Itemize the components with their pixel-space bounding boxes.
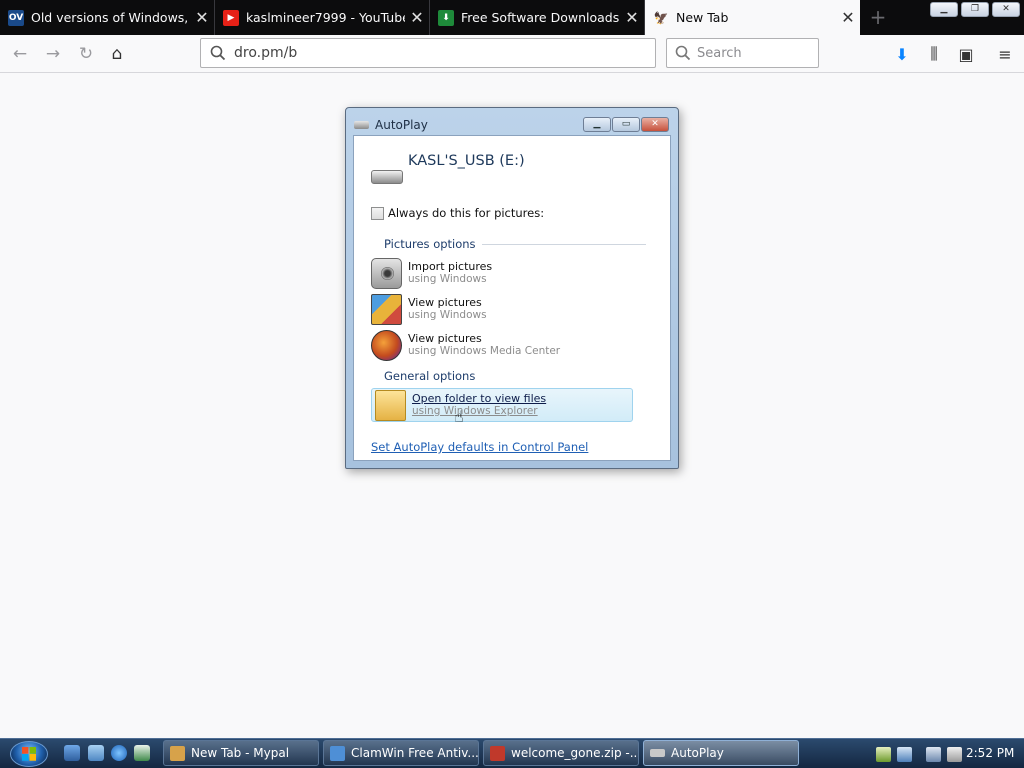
window-title: AutoPlay (354, 117, 428, 133)
internet-explorer-icon[interactable] (111, 745, 127, 761)
option-title: View pictures (408, 296, 482, 309)
download-icon[interactable]: ⬇ (888, 40, 916, 68)
back-arrow-icon[interactable]: ← (6, 40, 34, 68)
section-title: General options (384, 369, 476, 383)
divider (481, 376, 646, 377)
autoplay-window[interactable]: AutoPlay ▁ ▭ ✕ KASL'S_USB (E:) Always do… (345, 107, 679, 469)
sidebar-icon[interactable]: ▣ (952, 40, 980, 68)
tab-youtube[interactable]: ▶ kaslmineer7999 - YouTube ✕ (215, 0, 430, 35)
network-icon[interactable] (926, 746, 941, 762)
tab-title: New Tab (676, 10, 729, 25)
close-tab-icon[interactable]: ✕ (405, 8, 429, 27)
always-do-this-checkbox-row[interactable]: Always do this for pictures: (371, 206, 544, 220)
winrar-icon (490, 745, 505, 761)
autoplay-window-controls: ▁ ▭ ✕ (583, 117, 669, 132)
drive-icon (650, 749, 665, 757)
search-bar[interactable]: Search (666, 38, 819, 68)
mypal-icon (170, 745, 185, 761)
show-desktop-icon[interactable] (64, 745, 80, 761)
hand-cursor-icon: ☝ (454, 407, 464, 426)
camera-icon (371, 257, 402, 289)
control-panel-link[interactable]: Set AutoPlay defaults in Control Panel (371, 440, 588, 454)
pictures-options-header: Pictures options (384, 237, 646, 251)
section-title: Pictures options (384, 237, 476, 251)
close-tab-icon[interactable]: ✕ (620, 8, 644, 27)
tab-free-software[interactable]: ⬇ Free Software Downloads and ✕ (430, 0, 645, 35)
download-favicon-icon: ⬇ (438, 9, 454, 26)
close-tab-icon[interactable]: ✕ (836, 8, 860, 27)
close-button[interactable]: ✕ (992, 2, 1020, 17)
tab-strip: OV Old versions of Windows, Ma ✕ ▶ kaslm… (0, 0, 1024, 35)
minimize-button[interactable]: ▁ (583, 117, 611, 132)
taskbar-label: ClamWin Free Antiv... (351, 746, 479, 760)
oldversion-favicon-icon: OV (8, 9, 24, 26)
option-view-pictures-windows[interactable]: View pictures using Windows (371, 292, 635, 326)
maximize-button[interactable]: ▭ (612, 117, 640, 132)
youtube-favicon-icon: ▶ (223, 9, 239, 26)
search-icon (675, 45, 691, 61)
media-center-icon (371, 329, 402, 361)
option-open-folder[interactable]: Open folder to view files using Windows … (371, 388, 633, 422)
windows-logo-icon (22, 747, 36, 761)
drive-small-icon (354, 121, 369, 129)
always-checkbox[interactable] (371, 206, 384, 220)
menu-icon[interactable]: ≡ (991, 40, 1019, 68)
tray-shield-icon[interactable] (897, 746, 912, 762)
folder-icon (375, 389, 406, 421)
search-placeholder: Search (697, 45, 742, 61)
start-button[interactable] (10, 741, 48, 767)
always-label: Always do this for pictures: (388, 206, 545, 220)
option-import-pictures[interactable]: Import pictures using Windows (371, 256, 635, 290)
taskbar-clock[interactable]: 2:52 PM (966, 746, 1014, 760)
tab-old-versions[interactable]: OV Old versions of Windows, Ma ✕ (0, 0, 215, 35)
option-view-pictures-media-center[interactable]: View pictures using Windows Media Center (371, 328, 635, 362)
tab-title: Free Software Downloads and (461, 10, 620, 25)
quick-launch-app-icon[interactable] (134, 745, 150, 761)
url-text: dro.pm/b (234, 45, 298, 61)
close-tab-icon[interactable]: ✕ (190, 8, 214, 27)
reload-icon[interactable]: ↻ (72, 40, 100, 68)
option-title: View pictures (408, 332, 482, 345)
usb-drive-icon (371, 170, 403, 184)
taskbar-label: New Tab - Mypal (191, 746, 290, 760)
restore-button[interactable]: ❐ (961, 2, 989, 17)
option-title: Open folder to view files (412, 392, 547, 405)
tab-title: Old versions of Windows, Ma (31, 10, 190, 25)
autoplay-body: KASL'S_USB (E:) Always do this for pictu… (353, 135, 671, 461)
window-controls: ▁ ❐ ✕ (930, 2, 1020, 17)
taskbar-button-winrar[interactable]: welcome_gone.zip -... (483, 740, 639, 766)
switch-windows-icon[interactable] (88, 745, 104, 761)
photo-gallery-icon (371, 293, 402, 325)
option-title: Import pictures (408, 260, 493, 273)
tray-app-icon[interactable] (876, 746, 891, 762)
navigation-toolbar: ← → ↻ ⌂ dro.pm/b Search ⬇ ⫼ ▣ ≡ (0, 35, 1024, 73)
option-subtitle: using Windows Media Center (408, 345, 561, 357)
window-title-text: AutoPlay (375, 118, 428, 132)
taskbar-button-mypal[interactable]: New Tab - Mypal (163, 740, 319, 766)
search-icon (210, 45, 226, 61)
tab-title: kaslmineer7999 - YouTube (246, 10, 405, 25)
volume-muted-icon[interactable] (947, 746, 962, 762)
option-subtitle: using Windows (408, 309, 487, 321)
taskbar-label: welcome_gone.zip -... (511, 746, 639, 760)
taskbar-button-autoplay[interactable]: AutoPlay (643, 740, 799, 766)
taskbar-label: AutoPlay (671, 746, 724, 760)
library-icon[interactable]: ⫼ (920, 40, 948, 68)
clamwin-icon (330, 745, 345, 761)
close-button[interactable]: ✕ (641, 117, 669, 132)
option-subtitle: using Windows Explorer (412, 405, 538, 417)
taskbar-button-clamwin[interactable]: ClamWin Free Antiv... (323, 740, 479, 766)
drive-name: KASL'S_USB (E:) (408, 153, 525, 169)
option-subtitle: using Windows (408, 273, 487, 285)
home-icon[interactable]: ⌂ (103, 40, 131, 68)
new-tab-plus-icon[interactable]: + (866, 5, 890, 29)
divider (481, 243, 646, 245)
mypal-icon: 🦅 (653, 9, 669, 26)
forward-arrow-icon[interactable]: → (39, 40, 67, 68)
minimize-button[interactable]: ▁ (930, 2, 958, 17)
general-options-header: General options (384, 369, 646, 383)
tab-new-tab[interactable]: 🦅 New Tab ✕ (645, 0, 860, 35)
url-bar[interactable]: dro.pm/b (200, 38, 656, 68)
